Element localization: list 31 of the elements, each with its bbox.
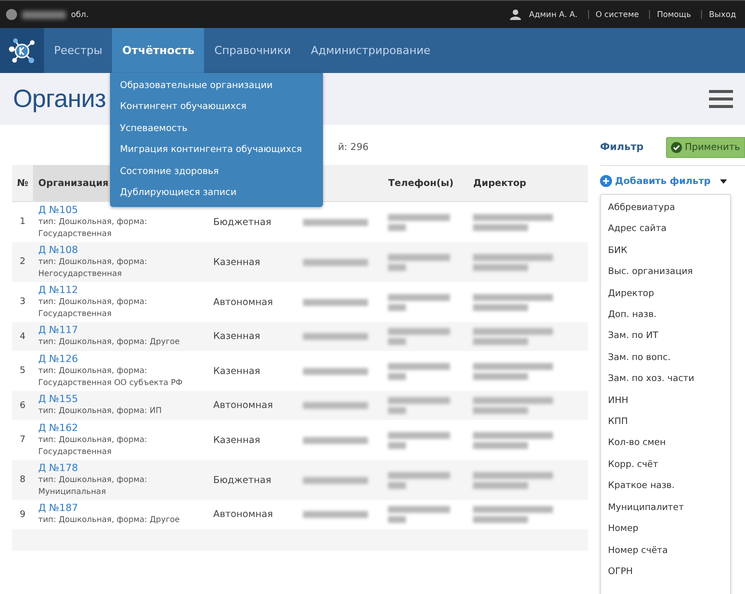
row-number: 4 [12, 322, 34, 351]
organization-description: тип: Дошкольная, форма: Муниципальная [38, 474, 148, 497]
table-cell: Казенная [208, 242, 298, 282]
filter-title: Фильтр [600, 142, 644, 153]
organization-description: тип: Дошкольная, форма: Другое [38, 514, 181, 526]
row-number: 2 [12, 242, 34, 282]
table-cell: Бюджетная [208, 202, 298, 242]
row-number: 3 [12, 282, 34, 322]
row-number: 7 [12, 420, 34, 460]
organization-description: тип: Дошкольная, форма: Государственная [38, 434, 148, 457]
organization-description: тип: Дошкольная, форма: Негосударственная [38, 256, 148, 279]
row-number: 6 [12, 391, 34, 420]
row-number: 5 [12, 351, 34, 391]
row-number: 1 [12, 202, 34, 242]
organization-description: тип: Дошкольная, форма: Другое [38, 336, 181, 348]
table-cell: Автономная [208, 500, 298, 529]
region-label: обл. [71, 10, 88, 19]
record-count: й: 296 [338, 142, 369, 153]
table-cell: Автономная [208, 282, 298, 322]
table-cell: Бюджетная [208, 460, 298, 500]
table-cell: Казенная [208, 351, 298, 391]
table-cell: Казенная [208, 420, 298, 460]
organization-description: тип: Дошкольная, форма: Государственная [38, 296, 148, 319]
page-title: Организ [13, 84, 106, 114]
organization-description: тип: Дошкольная, форма: Государственная [38, 216, 148, 239]
table-cell: Автономная [208, 391, 298, 420]
row-number: 9 [12, 500, 34, 529]
organization-description: тип: Дошкольная, форма: ИП [38, 405, 163, 417]
organization-description: тип: Дошкольная, форма: Государственная ОО субъекта РФ [38, 365, 184, 388]
row-number: 8 [12, 460, 34, 500]
table-cell: Казенная [208, 322, 298, 351]
